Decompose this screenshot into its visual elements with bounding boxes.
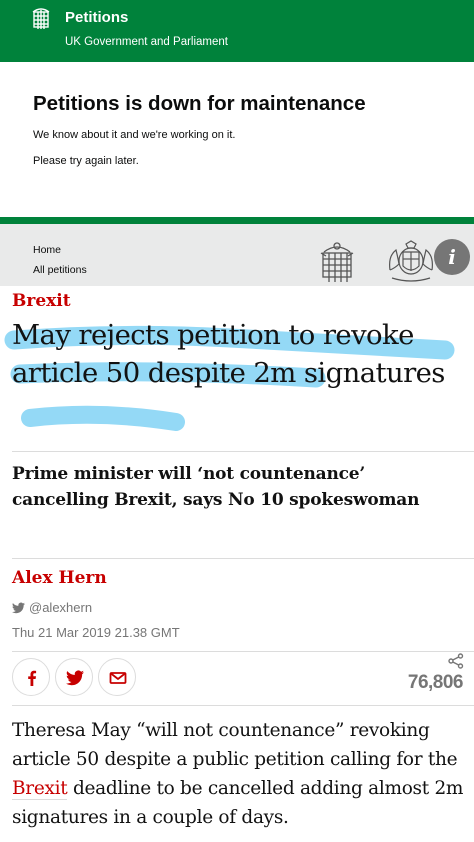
facebook-icon (28, 670, 37, 686)
twitter-share-button[interactable] (55, 658, 93, 696)
body-text-after: deadline to be cancelled adding almost 2… (12, 778, 464, 828)
article-body-paragraph: Theresa May “will not countenance” revok… (12, 716, 468, 832)
petitions-subtitle: UK Government and Parliament (65, 36, 228, 48)
petitions-header: Petitions UK Government and Parliament (0, 0, 474, 62)
headline-divider (12, 451, 474, 452)
maintenance-retry-message: Please try again later. (33, 155, 139, 167)
author-name[interactable]: Alex Hern (12, 568, 107, 588)
maintenance-heading: Petitions is down for maintenance (33, 92, 366, 115)
portcullis-logo-icon (32, 8, 50, 29)
meta-divider (12, 651, 474, 652)
royal-coat-of-arms-icon (389, 240, 433, 282)
share-icon (448, 653, 464, 669)
twitter-bird-icon (12, 602, 25, 614)
home-link[interactable]: Home (33, 244, 61, 256)
twitter-handle[interactable]: @alexhern (29, 600, 92, 615)
section-kicker[interactable]: Brexit (12, 291, 71, 311)
publish-date: Thu 21 Mar 2019 21.38 GMT (12, 625, 180, 640)
twitter-icon (66, 670, 84, 686)
email-share-button[interactable] (98, 658, 136, 696)
body-text-before: Theresa May “will not countenance” revok… (12, 720, 458, 770)
all-petitions-link[interactable]: All petitions (33, 264, 87, 276)
body-divider (12, 705, 474, 706)
maintenance-message: We know about it and we're working on it… (33, 129, 236, 141)
info-icon[interactable]: i (434, 239, 470, 275)
twitter-handle-row[interactable]: @alexhern (12, 600, 92, 615)
portcullis-icon (320, 242, 354, 282)
brexit-link[interactable]: Brexit (12, 778, 68, 800)
article-headline: May rejects petition to revoke article 5… (12, 319, 445, 389)
facebook-share-button[interactable] (12, 658, 50, 696)
article-standfirst: Prime minister will ‘not countenance’ ca… (12, 464, 420, 510)
email-icon (109, 672, 127, 684)
byline-divider (12, 558, 474, 559)
green-divider (0, 217, 474, 224)
petitions-title[interactable]: Petitions (65, 9, 128, 26)
share-count: 76,806 (407, 672, 464, 693)
